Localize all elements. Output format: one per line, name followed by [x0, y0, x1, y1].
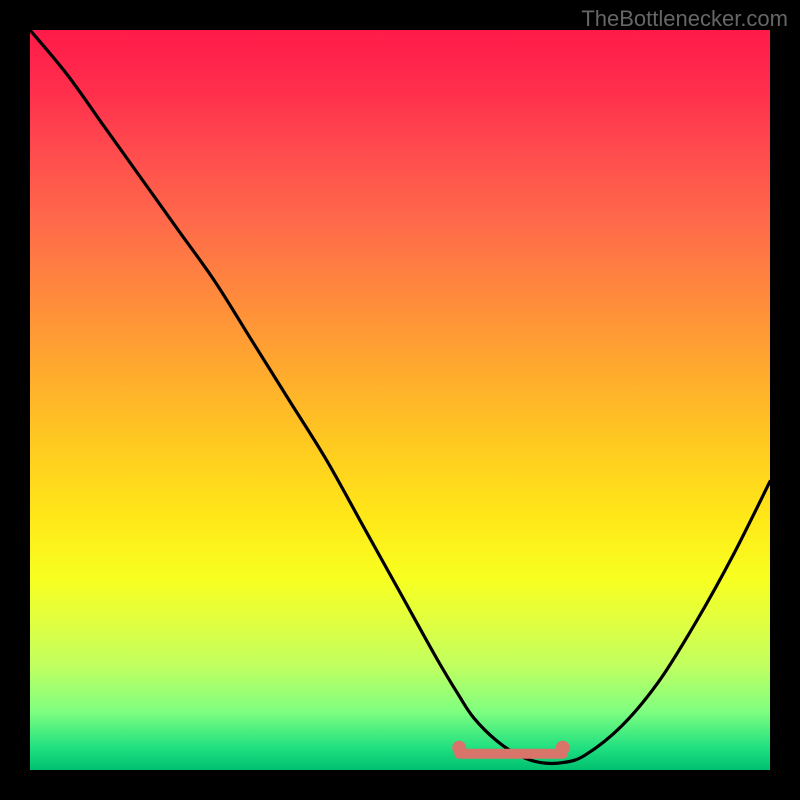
optimal-range-node-left	[452, 741, 466, 755]
optimal-range-node-right	[556, 741, 570, 755]
chart-plot-area	[30, 30, 770, 770]
attribution-text: TheBottlenecker.com	[581, 6, 788, 32]
optimal-range-marker	[452, 741, 570, 755]
bottleneck-curve-path	[30, 30, 770, 764]
bottleneck-curve-svg	[30, 30, 770, 770]
